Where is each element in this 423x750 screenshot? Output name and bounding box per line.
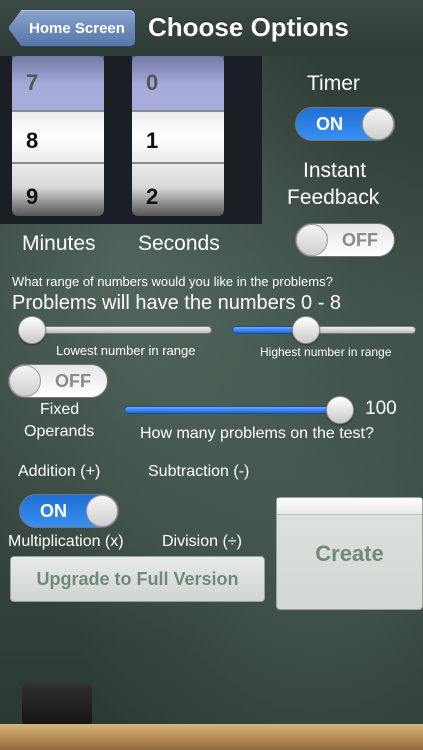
seconds-label: Seconds (138, 232, 220, 255)
minutes-selected[interactable]: 8 (26, 128, 38, 154)
chalkboard-ledge (0, 724, 423, 750)
time-picker: 7 8 9 0 1 2 (0, 56, 262, 224)
timer-toggle[interactable]: ON (295, 107, 395, 141)
subtraction-label: Subtraction (-) (148, 463, 250, 480)
create-button[interactable]: Create (276, 497, 423, 610)
problems-count-fill (124, 406, 344, 414)
addition-toggle[interactable]: ON (19, 494, 119, 528)
low-range-track[interactable] (18, 326, 212, 334)
create-button-lip (277, 498, 422, 515)
high-range-knob[interactable] (292, 316, 320, 344)
seconds-option[interactable]: 2 (146, 184, 158, 210)
wheel-separator (12, 110, 104, 112)
upgrade-button[interactable]: Upgrade to Full Version (10, 556, 265, 602)
wheel-separator (12, 162, 104, 164)
low-range-label: Lowest number in range (56, 343, 196, 358)
high-range-label: Highest number in range (260, 345, 392, 359)
chalkboard-eraser (22, 684, 92, 726)
operands-label: Operands (24, 423, 95, 440)
seconds-wheel[interactable]: 0 1 2 (132, 56, 224, 216)
wheel-separator (132, 110, 224, 112)
minutes-label: Minutes (22, 232, 96, 255)
seconds-selected[interactable]: 1 (146, 128, 158, 154)
instant-feedback-toggle-text: OFF (342, 230, 378, 250)
fixed-operands-toggle[interactable]: OFF (8, 364, 108, 398)
fixed-label: Fixed (40, 401, 80, 418)
toggle-knob (296, 224, 328, 256)
toggle-knob (86, 495, 118, 527)
range-question: What range of numbers would you like in … (12, 274, 333, 289)
problems-count-knob[interactable] (326, 396, 354, 424)
fixed-operands-toggle-text: OFF (55, 371, 91, 391)
instant-label: Instant (303, 159, 367, 182)
seconds-option[interactable]: 0 (146, 70, 158, 96)
timer-toggle-text: ON (316, 114, 343, 134)
range-summary: Problems will have the numbers 0 - 8 (12, 292, 342, 314)
toggle-knob (9, 365, 41, 397)
create-button-label: Create (315, 540, 384, 566)
problems-count-label: How many problems on the test? (140, 425, 374, 442)
home-screen-button[interactable]: Home Screen (8, 9, 136, 47)
multiplication-label: Multiplication (x) (8, 533, 124, 550)
feedback-label: Feedback (287, 186, 380, 209)
low-range-knob[interactable] (18, 316, 46, 344)
page-title: Choose Options (148, 12, 349, 42)
instant-feedback-toggle[interactable]: OFF (295, 223, 395, 257)
toggle-knob (362, 108, 394, 140)
minutes-option[interactable]: 7 (26, 70, 38, 96)
problems-count-value: 100 (365, 398, 397, 419)
wheel-separator (132, 162, 224, 164)
timer-label: Timer (307, 72, 360, 95)
division-label: Division (÷) (162, 533, 242, 550)
addition-toggle-text: ON (40, 501, 67, 521)
minutes-option[interactable]: 9 (26, 184, 38, 210)
addition-label: Addition (+) (18, 463, 101, 480)
minutes-wheel[interactable]: 7 8 9 (12, 56, 104, 216)
